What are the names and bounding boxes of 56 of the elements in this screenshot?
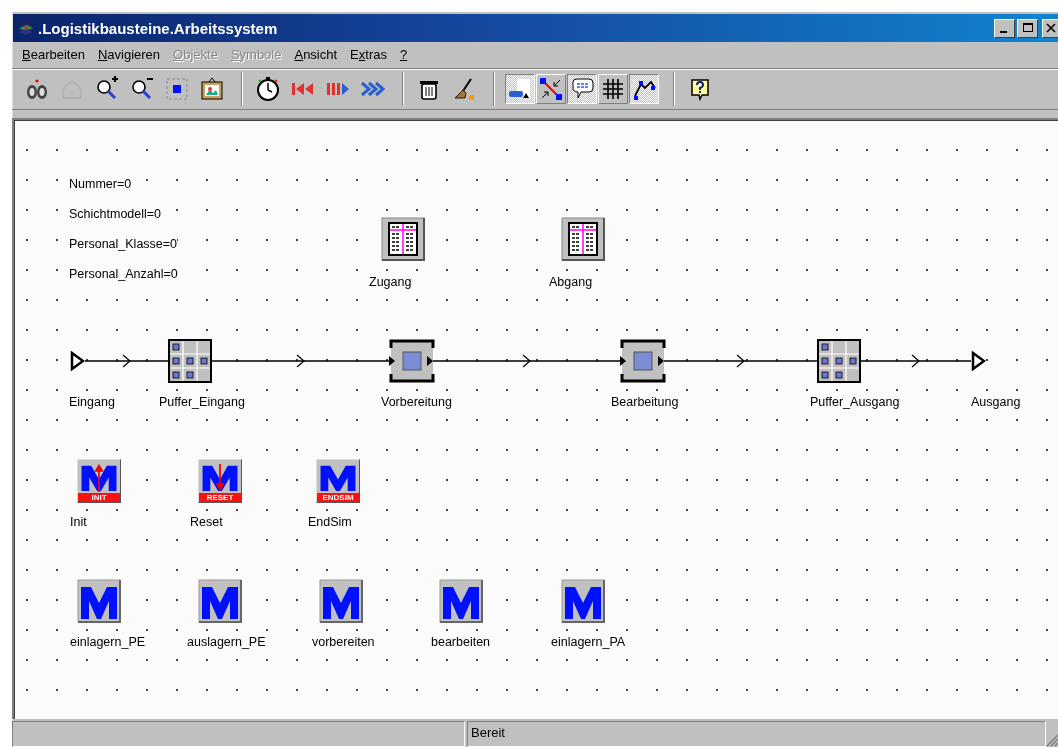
- node-label: einlagern_PA: [551, 635, 626, 650]
- method-badge: INIT: [78, 493, 120, 502]
- node-label: Eingang: [69, 395, 115, 410]
- method-tile[interactable]: ENDSIM: [316, 459, 360, 503]
- attribute-text: Personal_Anzahl=0: [69, 267, 178, 282]
- minimize-button[interactable]: [994, 18, 1015, 38]
- layers-icon: [17, 20, 35, 36]
- node-label: Puffer_Ausgang: [810, 395, 900, 410]
- method-icon[interactable]: [319, 579, 363, 623]
- zoom-in-icon: [94, 76, 120, 102]
- maximize-button[interactable]: [1017, 18, 1038, 38]
- connector-icon: [538, 76, 564, 102]
- method-badge: ENDSIM: [317, 493, 359, 502]
- table-icon[interactable]: [561, 217, 605, 261]
- grid-icon: [600, 76, 626, 102]
- station-icon[interactable]: [389, 339, 435, 383]
- maximize-icon: [1022, 23, 1033, 33]
- method-tile[interactable]: RESET: [198, 459, 242, 503]
- station-icon[interactable]: [620, 339, 666, 383]
- method-icon[interactable]: [561, 579, 605, 623]
- node-label: Vorbereitung: [381, 395, 452, 410]
- node-label: Zugang: [369, 275, 412, 290]
- zoom-out-icon: [129, 76, 155, 102]
- node-label: Ausgang: [971, 395, 1021, 410]
- stopwatch-icon: [255, 76, 281, 102]
- resize-grip-icon[interactable]: [1046, 733, 1058, 747]
- menu-item[interactable]: ?: [399, 46, 408, 62]
- close-icon: [1046, 23, 1056, 33]
- window-title: .Logistikbausteine.Arbeitssystem: [38, 19, 278, 37]
- menu-item[interactable]: Navigieren: [97, 46, 161, 62]
- fit-icon: [164, 76, 190, 102]
- close-button[interactable]: [1042, 18, 1058, 38]
- node-label: Puffer_Eingang: [159, 395, 245, 410]
- menu-item[interactable]: Bearbeiten: [22, 46, 85, 62]
- attribute-text: Personal_Klasse=0: [69, 237, 178, 252]
- minimize-icon: [999, 30, 1007, 33]
- node-label: einlagern_PE: [70, 635, 146, 650]
- exit-triangle-icon[interactable]: [971, 351, 986, 371]
- toolbar-button[interactable]: [567, 74, 597, 104]
- method-icon[interactable]: [198, 579, 242, 623]
- method-badge: RESET: [199, 493, 241, 502]
- method-tile[interactable]: INIT: [77, 459, 121, 503]
- status-text: Bereit: [471, 725, 505, 740]
- node-label: Abgang: [549, 275, 593, 290]
- table-icon[interactable]: [381, 217, 425, 261]
- method-icon[interactable]: [77, 579, 121, 623]
- method-icon[interactable]: [439, 579, 483, 623]
- buffer-icon[interactable]: [817, 339, 861, 383]
- menu-item[interactable]: Extras: [350, 46, 387, 62]
- picture-icon: [199, 76, 225, 102]
- node-label: auslagern_PE: [187, 635, 266, 650]
- menu-item[interactable]: Ansicht: [294, 46, 338, 62]
- entry-triangle-icon[interactable]: [70, 351, 85, 371]
- node-label: Bearbeitung: [611, 395, 679, 410]
- buffer-icon[interactable]: [168, 339, 212, 383]
- toolbar-button[interactable]: [629, 74, 659, 104]
